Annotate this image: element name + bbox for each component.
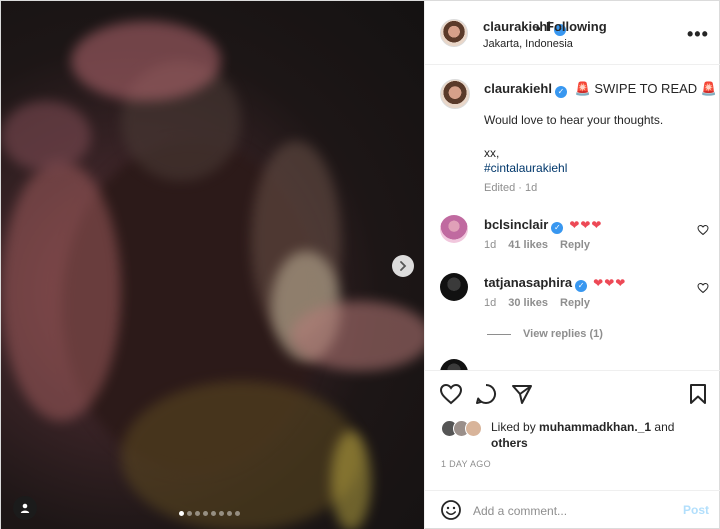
comments-list[interactable]: claurakiehl ✓ 🚨 SWIPE TO READ 🚨 Would lov…	[425, 65, 720, 370]
save-bookmark-icon[interactable]	[689, 383, 707, 405]
photo-arm	[1, 101, 91, 171]
add-comment-bar: Post	[425, 490, 720, 529]
verified-badge-icon: ✓	[551, 222, 564, 234]
emoji-icon[interactable]	[440, 499, 462, 521]
comment-meta: 1d 30 likes Reply	[484, 297, 590, 309]
commenter-avatar[interactable]	[440, 273, 468, 301]
like-comment-heart-icon[interactable]	[697, 282, 709, 294]
comment-icon[interactable]	[475, 383, 497, 405]
post-header: claurakiehl ✓ • Following Jakarta, Indone…	[425, 1, 720, 65]
chevron-right-icon	[400, 261, 407, 271]
post-details-panel: claurakiehl ✓ • Following Jakarta, Indone…	[424, 1, 720, 529]
carousel-dot	[219, 511, 224, 516]
reply-button[interactable]: Reply	[560, 239, 590, 251]
comment-row: bclsinclair ✓ ❤❤❤	[484, 217, 602, 234]
user-tag-icon	[20, 503, 30, 513]
comment-age: 1d	[484, 297, 497, 309]
carousel-dot	[179, 511, 184, 516]
caption-signoff: xx,	[484, 146, 500, 160]
following-button[interactable]: Following	[546, 19, 607, 34]
share-icon[interactable]	[511, 383, 533, 405]
post-actions: Liked by muhammadkhan._1 and others 1 DA…	[425, 370, 720, 490]
photo-hand	[71, 21, 221, 101]
caption: claurakiehl ✓ 🚨 SWIPE TO READ 🚨	[484, 81, 717, 98]
post-dialog: claurakiehl ✓ • Following Jakarta, Indone…	[0, 0, 720, 529]
caption-edited-meta: Edited · 1d	[484, 182, 538, 194]
post-photo[interactable]	[1, 1, 424, 529]
like-heart-icon[interactable]	[439, 383, 463, 405]
comment-input[interactable]	[473, 501, 673, 521]
header-separator: •	[536, 21, 541, 36]
carousel-indicator	[179, 511, 240, 516]
comment-age: 1d	[484, 239, 497, 251]
photo-light	[331, 431, 371, 529]
author-avatar[interactable]	[440, 19, 468, 47]
caption-hashtag[interactable]: #cintalaurakiehl	[484, 161, 567, 175]
comment-row: tatjanasaphira ✓ ❤❤❤	[484, 275, 626, 292]
liked-by-others[interactable]: others	[491, 436, 528, 450]
post-comment-button[interactable]: Post	[683, 503, 709, 517]
caption-author[interactable]: claurakiehl	[484, 81, 552, 96]
caption-body: Would love to hear your thoughts.	[484, 113, 664, 127]
more-options-icon[interactable]: •••	[687, 24, 709, 45]
avatar	[465, 420, 482, 437]
carousel-dot	[227, 511, 232, 516]
photo-arm	[1, 161, 121, 421]
verified-badge-icon: ✓	[554, 86, 567, 98]
liked-by-avatars[interactable]	[441, 420, 482, 437]
commenter-username[interactable]: bclsinclair	[484, 217, 548, 232]
carousel-dot	[235, 511, 240, 516]
photo-dress	[121, 381, 361, 529]
comment-likes[interactable]: 41 likes	[508, 239, 548, 251]
carousel-dot	[195, 511, 200, 516]
carousel-dot	[187, 511, 192, 516]
liked-by-and: and	[651, 420, 675, 434]
liked-by-prefix: Liked by	[491, 420, 540, 434]
caption-author-avatar[interactable]	[440, 79, 470, 109]
commenter-username[interactable]: tatjanasaphira	[484, 275, 572, 290]
comment-likes[interactable]: 30 likes	[508, 297, 548, 309]
next-slide-button[interactable]	[392, 255, 414, 277]
commenter-avatar[interactable]	[440, 215, 468, 243]
reply-button[interactable]: Reply	[560, 297, 590, 309]
photo-arm	[291, 301, 424, 371]
caption-headline: 🚨 SWIPE TO READ 🚨	[574, 81, 717, 96]
comment-meta: 1d 41 likes Reply	[484, 239, 590, 251]
liked-by-text: Liked by muhammadkhan._1 and others	[491, 419, 711, 451]
liked-by-user[interactable]: muhammadkhan._1	[539, 420, 651, 434]
post-timestamp[interactable]: 1 DAY AGO	[441, 459, 491, 469]
post-location[interactable]: Jakarta, Indonesia	[483, 38, 573, 50]
commenter-avatar[interactable]	[440, 359, 468, 370]
carousel-dot	[203, 511, 208, 516]
like-comment-heart-icon[interactable]	[697, 224, 709, 236]
verified-badge-icon: ✓	[575, 280, 588, 292]
comment-text: ❤❤❤	[593, 276, 627, 290]
carousel-dot	[211, 511, 216, 516]
tagged-users-button[interactable]	[13, 496, 37, 520]
view-replies-button[interactable]: View replies (1)	[487, 328, 603, 340]
comment-text: ❤❤❤	[569, 218, 603, 232]
